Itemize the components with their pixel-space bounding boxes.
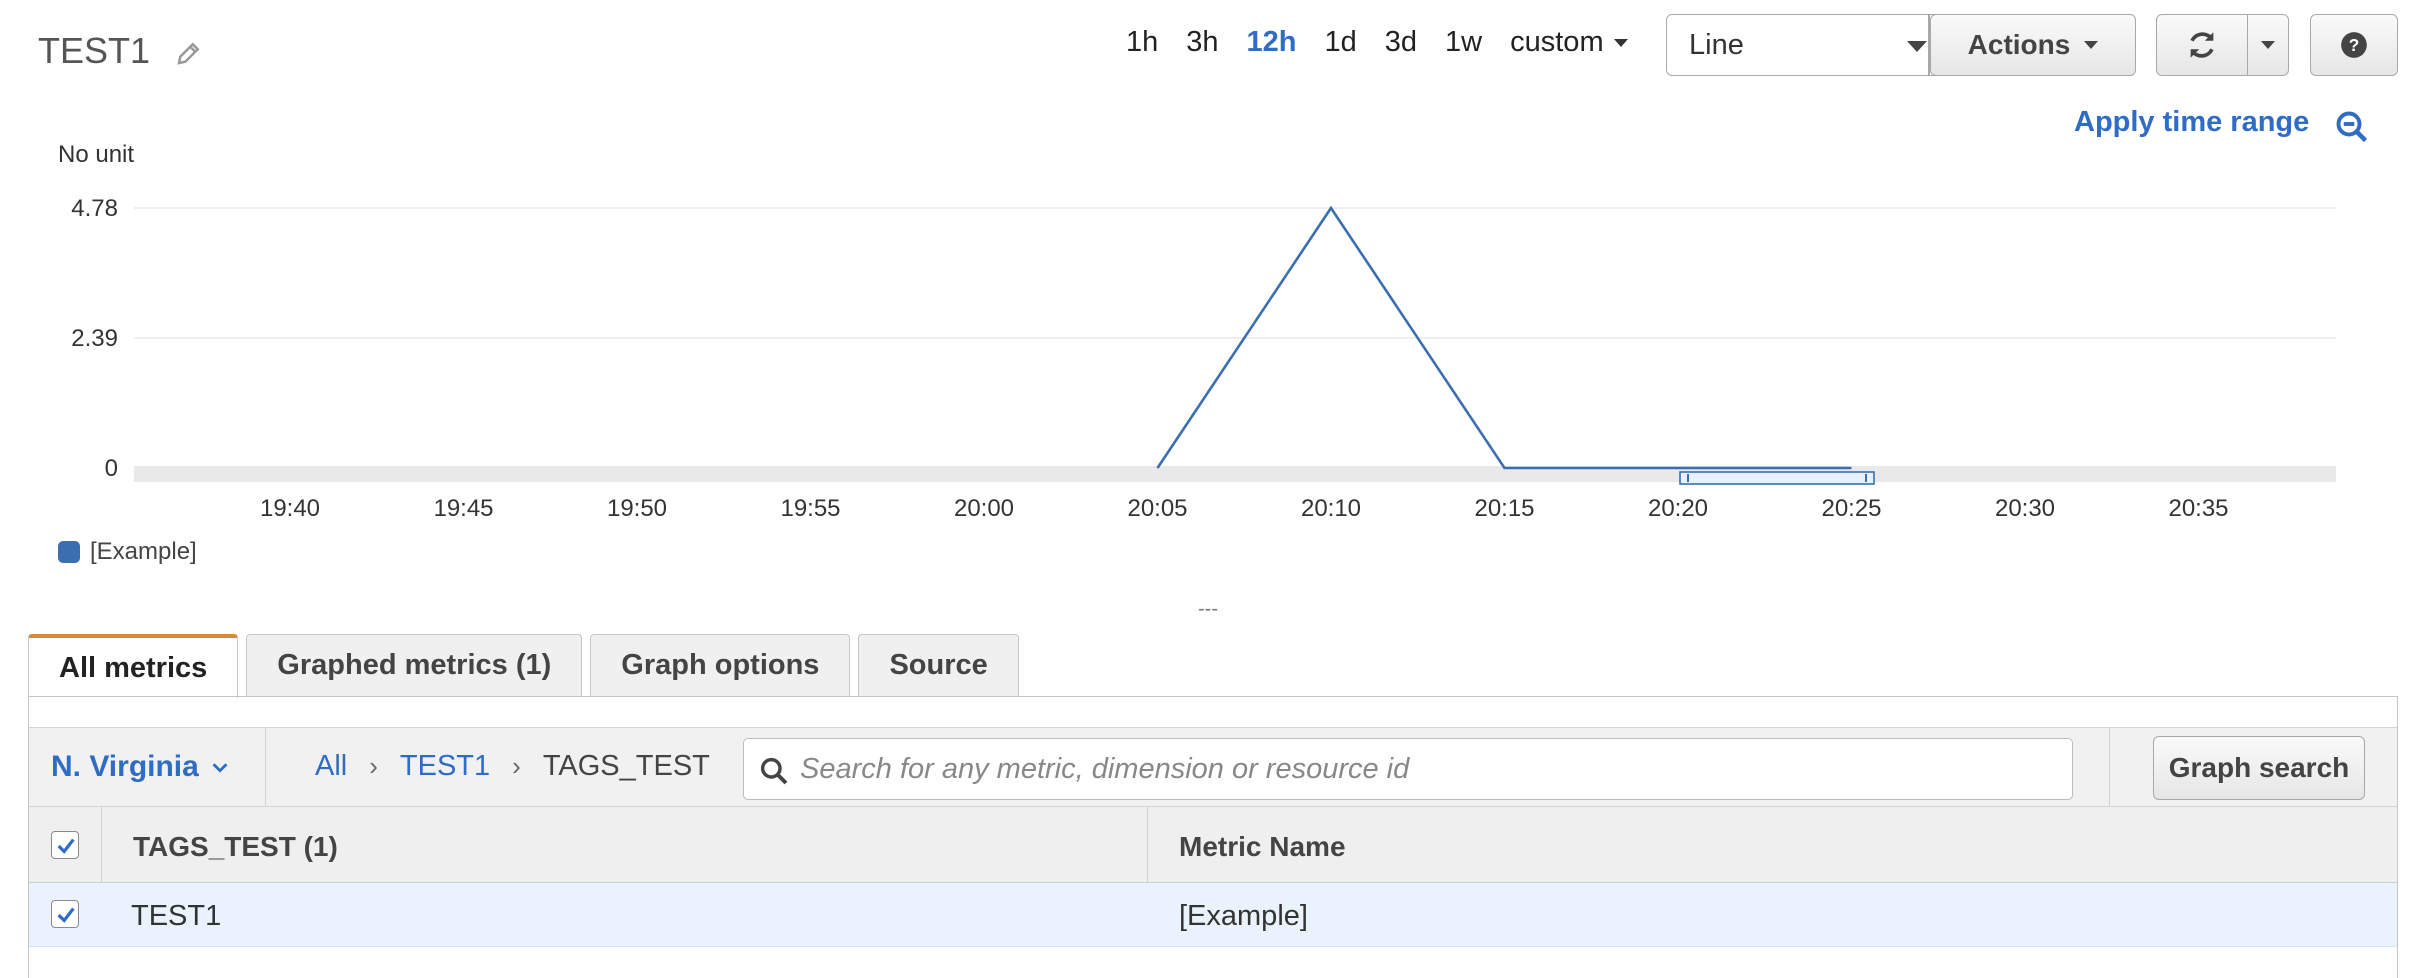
chart-type-select[interactable]: Line bbox=[1666, 14, 1950, 76]
filter-bar: N. Virginia All › TEST1 › TAGS_TEST Grap… bbox=[29, 727, 2397, 808]
range-1d[interactable]: 1d bbox=[1325, 26, 1357, 59]
caret-down-icon bbox=[2084, 41, 2099, 49]
svg-text:?: ? bbox=[2349, 35, 2360, 55]
x-tick-label: 19:55 bbox=[780, 495, 840, 522]
legend-swatch bbox=[58, 541, 80, 563]
divider bbox=[265, 728, 266, 808]
table-header: TAGS_TEST (1) Metric Name bbox=[29, 807, 2397, 883]
region-label: N. Virginia bbox=[51, 750, 199, 783]
help-button[interactable]: ? bbox=[2310, 14, 2398, 76]
column-divider bbox=[1147, 807, 1148, 883]
x-tick-label: 20:00 bbox=[954, 495, 1014, 522]
chart-legend: [Example] bbox=[58, 538, 197, 566]
column-divider bbox=[101, 807, 102, 883]
range-custom[interactable]: custom bbox=[1510, 26, 1628, 59]
apply-time-range-link[interactable]: Apply time range bbox=[2074, 106, 2309, 139]
time-range-handle[interactable] bbox=[1679, 471, 1875, 485]
divider bbox=[2109, 728, 2110, 808]
refresh-icon bbox=[2190, 32, 2214, 58]
checkmark-icon bbox=[57, 838, 75, 854]
x-tick-label: 20:20 bbox=[1648, 495, 1708, 522]
breadcrumb: All › TEST1 › TAGS_TEST bbox=[315, 750, 710, 783]
x-tick-label: 19:45 bbox=[433, 495, 493, 522]
metric-search-box bbox=[743, 738, 2073, 800]
help-icon: ? bbox=[2341, 32, 2367, 58]
breadcrumb-namespace[interactable]: TEST1 bbox=[400, 750, 490, 783]
x-tick-label: 20:30 bbox=[1995, 495, 2055, 522]
actions-label: Actions bbox=[1967, 29, 2071, 60]
y-tick-label: 4.78 bbox=[71, 195, 118, 222]
range-3d[interactable]: 3d bbox=[1385, 26, 1417, 59]
range-custom-label: custom bbox=[1510, 26, 1604, 58]
all-metrics-panel: N. Virginia All › TEST1 › TAGS_TEST Grap… bbox=[28, 696, 2398, 978]
actions-button[interactable]: Actions bbox=[1930, 14, 2136, 76]
tab-graph-options[interactable]: Graph options bbox=[590, 634, 851, 696]
caret-down-icon bbox=[1907, 41, 1927, 52]
range-3h[interactable]: 3h bbox=[1186, 26, 1218, 59]
tab-graphed-metrics[interactable]: Graphed metrics (1) bbox=[246, 634, 583, 696]
x-tick-label: 19:50 bbox=[607, 495, 667, 522]
range-1w[interactable]: 1w bbox=[1445, 26, 1482, 59]
chart-type-value: Line bbox=[1689, 28, 1744, 61]
region-selector[interactable]: N. Virginia bbox=[51, 750, 231, 784]
breadcrumb-current: TAGS_TEST bbox=[542, 750, 710, 782]
breadcrumb-all[interactable]: All bbox=[315, 750, 347, 783]
row-checkbox[interactable] bbox=[51, 900, 79, 928]
row-dimension-value: TEST1 bbox=[131, 900, 222, 932]
chevron-right-icon: › bbox=[369, 751, 378, 781]
caret-down-icon bbox=[2261, 41, 2275, 49]
time-scrollbar-track[interactable] bbox=[134, 466, 2336, 482]
table-row[interactable]: TEST1 [Example] bbox=[29, 883, 2397, 947]
y-tick-label: 2.39 bbox=[71, 325, 118, 352]
x-tick-label: 20:25 bbox=[1821, 495, 1881, 522]
refresh-button[interactable] bbox=[2156, 14, 2248, 76]
metric-chart[interactable]: No unit 0 2.39 4.78 19:40 19:45 19:50 19:55 20… bbox=[0, 140, 2414, 560]
time-range-selector: 1h 3h 12h 1d 3d 1w custom bbox=[1126, 26, 1628, 59]
refresh-options-button[interactable] bbox=[2247, 14, 2289, 76]
column-header-dimension[interactable]: TAGS_TEST (1) bbox=[133, 831, 338, 863]
chevron-right-icon: › bbox=[512, 751, 521, 781]
legend-label: [Example] bbox=[90, 538, 197, 565]
checkmark-icon bbox=[57, 907, 75, 923]
row-metric-name: [Example] bbox=[1179, 900, 1308, 932]
x-tick-label: 20:05 bbox=[1127, 495, 1187, 522]
metric-search-input[interactable] bbox=[800, 739, 2060, 799]
x-tick-label: 20:10 bbox=[1301, 495, 1361, 522]
resize-divider[interactable]: --- bbox=[1198, 598, 1218, 621]
column-header-metric-name[interactable]: Metric Name bbox=[1179, 831, 1346, 863]
tab-all-metrics[interactable]: All metrics bbox=[28, 634, 239, 698]
x-tick-label: 20:15 bbox=[1474, 495, 1534, 522]
x-tick-label: 20:35 bbox=[2168, 495, 2228, 522]
chevron-down-icon bbox=[212, 763, 228, 773]
range-1h[interactable]: 1h bbox=[1126, 26, 1158, 59]
graph-search-button[interactable]: Graph search bbox=[2153, 736, 2365, 800]
metric-tabs: All metrics Graphed metrics (1) Graph op… bbox=[28, 634, 1027, 698]
search-icon bbox=[760, 757, 788, 785]
pencil-icon[interactable] bbox=[174, 38, 204, 68]
graph-title: TEST1 bbox=[38, 30, 151, 71]
caret-down-icon bbox=[1613, 38, 1628, 47]
tab-source[interactable]: Source bbox=[858, 634, 1019, 696]
select-all-checkbox[interactable] bbox=[51, 831, 79, 859]
range-12h[interactable]: 12h bbox=[1247, 26, 1297, 59]
y-tick-label: 0 bbox=[105, 455, 118, 482]
y-axis-unit-label: No unit bbox=[58, 141, 134, 168]
x-tick-label: 19:40 bbox=[260, 495, 320, 522]
